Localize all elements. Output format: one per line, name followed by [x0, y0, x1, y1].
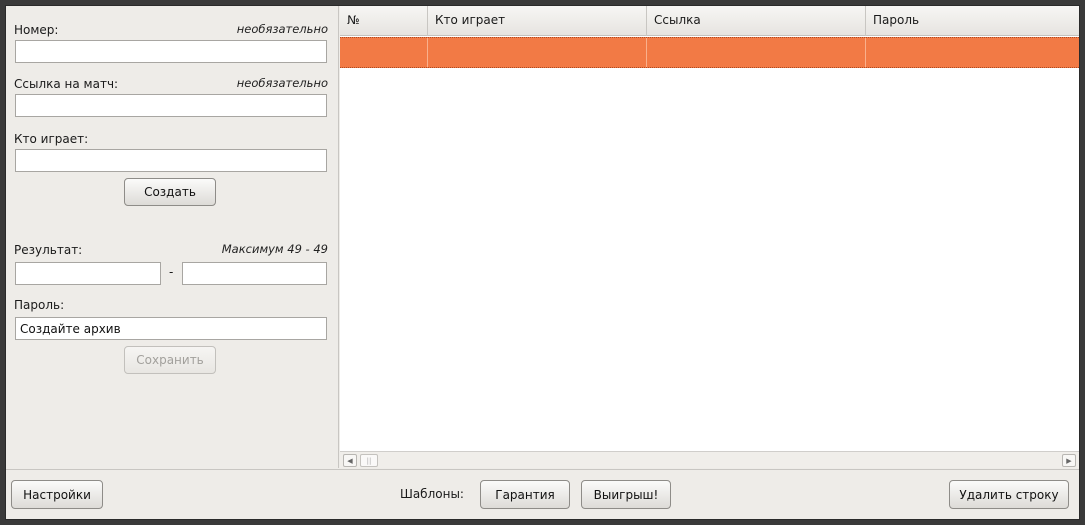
guarantee-template-button[interactable]: Гарантия — [480, 480, 570, 509]
match-form-panel: Номер: необязательно Ссылка на матч: нео… — [6, 6, 339, 468]
column-header-link[interactable]: Ссылка — [647, 6, 866, 36]
table-header: № Кто играет Ссылка Пароль — [340, 6, 1079, 36]
match-link-label: Ссылка на матч: — [14, 77, 119, 91]
table-row-selected[interactable] — [340, 37, 1079, 68]
save-button[interactable]: Сохранить — [124, 346, 216, 374]
cell-password[interactable] — [866, 38, 1079, 67]
column-header-number[interactable]: № — [340, 6, 428, 36]
delete-row-button[interactable]: Удалить строку — [949, 480, 1069, 509]
scroll-thumb[interactable]: || — [360, 454, 378, 467]
bottom-toolbar: Настройки Шаблоны: Гарантия Выигрыш! Уда… — [6, 469, 1079, 519]
scroll-left-icon[interactable]: ◀ — [343, 454, 357, 467]
cell-players[interactable] — [428, 38, 647, 67]
settings-button[interactable]: Настройки — [11, 480, 103, 509]
horizontal-scrollbar[interactable]: ◀ || ▶ — [340, 451, 1079, 468]
number-optional-hint: необязательно — [236, 22, 328, 36]
scroll-right-icon[interactable]: ▶ — [1062, 454, 1076, 467]
number-label: Номер: — [14, 23, 59, 37]
match-link-optional-hint: необязательно — [236, 76, 328, 90]
matches-table: № Кто играет Ссылка Пароль ◀ || ▶ — [340, 6, 1079, 468]
password-label: Пароль: — [14, 298, 65, 312]
column-header-players[interactable]: Кто играет — [428, 6, 647, 36]
cell-number[interactable] — [340, 38, 428, 67]
win-template-button[interactable]: Выигрыш! — [581, 480, 671, 509]
players-label: Кто играет: — [14, 132, 89, 146]
column-header-password[interactable]: Пароль — [866, 6, 1079, 36]
app-window: Номер: необязательно Ссылка на матч: нео… — [5, 5, 1080, 520]
number-input[interactable] — [15, 40, 327, 63]
result-separator: - — [169, 265, 174, 279]
result-label: Результат: — [14, 243, 83, 257]
match-link-input[interactable] — [15, 94, 327, 117]
players-input[interactable] — [15, 149, 327, 172]
create-button[interactable]: Создать — [124, 178, 216, 206]
cell-link[interactable] — [647, 38, 866, 67]
templates-label: Шаблоны: — [400, 487, 464, 501]
password-input[interactable] — [15, 317, 327, 340]
result-right-input[interactable] — [182, 262, 327, 285]
result-left-input[interactable] — [15, 262, 161, 285]
result-max-hint: Максимум 49 - 49 — [221, 242, 328, 256]
